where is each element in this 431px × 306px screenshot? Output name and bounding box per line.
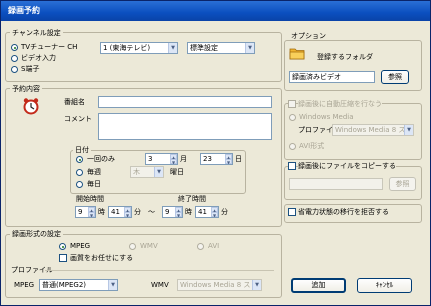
format-wmv-radio[interactable]	[129, 243, 136, 250]
format-avi-radio[interactable]	[197, 243, 204, 250]
mpeg-profile-select[interactable]: 普通(MPEG2) ▼	[39, 279, 118, 291]
source-s-radio[interactable]	[11, 66, 18, 73]
title-bar: 録画予約	[1, 1, 430, 21]
channel-select-value: 1 (東海テレビ)	[103, 44, 151, 52]
mpeg-profile-value: 普通(MPEG2)	[42, 281, 87, 289]
end-min-value: 41	[198, 208, 207, 216]
auto-quality-checkbox[interactable]	[59, 254, 67, 262]
end-min-stepper[interactable]: 41 ▲ ▼	[195, 206, 219, 218]
channel-group-title: チャンネル設定	[10, 29, 63, 37]
start-hour-unit: 時	[98, 208, 105, 216]
program-name-input[interactable]	[98, 96, 272, 108]
auto-compress-checkbox[interactable]	[288, 100, 296, 108]
month-stepper[interactable]: 3 ▲ ▼	[145, 153, 178, 165]
end-time-label: 終了時間	[178, 195, 206, 203]
spin-down-icon[interactable]: ▼	[211, 212, 218, 217]
auto-compress-label: 録画後に自動圧縮を行なう	[298, 99, 382, 109]
quality-select-value: 標準設定	[190, 44, 218, 52]
day-value: 23	[203, 155, 212, 163]
date-daily-radio[interactable]	[76, 181, 83, 188]
source-tv-radio[interactable]	[11, 44, 18, 51]
spin-down-icon[interactable]: ▼	[175, 212, 182, 217]
copy-file-label: 録画後にファイルをコピーする	[298, 161, 396, 171]
date-daily-label: 毎日	[87, 180, 101, 188]
start-min-value: 41	[111, 208, 120, 216]
spin-down-icon[interactable]: ▼	[225, 159, 232, 164]
power-checkbox[interactable]	[288, 208, 296, 216]
chevron-down-icon[interactable]: ▼	[404, 125, 413, 135]
compress-wmv-label: Windows Media	[299, 113, 354, 121]
chevron-down-icon[interactable]: ▼	[168, 43, 177, 53]
day-stepper[interactable]: 23 ▲ ▼	[200, 153, 233, 165]
source-s-label: S端子	[21, 65, 40, 73]
folder-icon	[289, 48, 305, 60]
wmv-profile-select[interactable]: Windows Media 8 スト ▼	[177, 279, 262, 291]
add-button[interactable]: 追加	[291, 278, 346, 293]
spin-down-icon[interactable]: ▼	[88, 212, 95, 217]
copy-file-checkbox[interactable]	[288, 162, 296, 170]
browse-copy-button[interactable]: 参照	[389, 177, 416, 191]
compress-profile-value: Windows Media 8 ストリ	[335, 126, 414, 134]
source-tv-label: TVチューナー CH	[21, 43, 78, 51]
folder-label: 登録するフォルダ	[317, 53, 373, 61]
compress-avi-radio[interactable]	[289, 143, 296, 150]
reservation-dialog: 録画予約 チャンネル設定 TVチューナー CH ビデオ入力 S端子 1 (東海テ…	[0, 0, 431, 306]
cancel-button[interactable]: ｷｬﾝｾﾙ	[357, 278, 412, 293]
month-unit: 月	[180, 155, 187, 163]
weekday-unit: 曜日	[170, 168, 184, 176]
format-avi-label: AVI	[208, 242, 220, 250]
format-group-title: 録画形式の設定	[10, 230, 63, 238]
weekday-select[interactable]: 木 ▼	[130, 166, 164, 178]
power-label: 省電力状態の移行を拒否する	[298, 208, 389, 216]
date-weekly-label: 毎週	[87, 168, 101, 176]
wmv-profile-label: WMV	[151, 281, 169, 289]
format-mpeg-radio[interactable]	[59, 243, 66, 250]
quality-select[interactable]: 標準設定 ▼	[187, 42, 255, 54]
browse-folder-button[interactable]: 参照	[381, 70, 409, 84]
auto-quality-label: 画質をお任せにする	[70, 254, 134, 262]
alarm-clock-icon	[23, 98, 39, 115]
end-hour-value: 9	[165, 208, 170, 216]
start-hour-value: 9	[78, 208, 83, 216]
date-once-label: 一回のみ	[87, 155, 115, 163]
source-video-radio[interactable]	[11, 55, 18, 62]
spin-down-icon[interactable]: ▼	[170, 159, 177, 164]
chevron-down-icon[interactable]: ▼	[154, 167, 163, 177]
spin-down-icon[interactable]: ▼	[124, 212, 131, 217]
source-video-label: ビデオ入力	[21, 54, 56, 62]
start-hour-stepper[interactable]: 9 ▲ ▼	[75, 206, 96, 218]
format-wmv-label: WMV	[140, 242, 158, 250]
reservation-group-title: 予約内容	[10, 85, 42, 93]
end-min-unit: 分	[221, 208, 228, 216]
time-range-tilde: ～	[148, 208, 155, 216]
start-min-unit: 分	[134, 208, 141, 216]
date-group-title: 日付	[73, 146, 91, 154]
start-time-label: 開始時間	[76, 195, 104, 203]
chevron-down-icon[interactable]: ▼	[245, 43, 254, 53]
month-value: 3	[148, 155, 153, 163]
date-weekly-radio[interactable]	[76, 169, 83, 176]
program-name-label: 番組名	[64, 98, 85, 106]
wmv-profile-value: Windows Media 8 スト	[180, 281, 258, 289]
profile-divider	[45, 270, 274, 271]
comment-label: コメント	[64, 115, 92, 123]
start-min-stepper[interactable]: 41 ▲ ▼	[108, 206, 132, 218]
comment-input[interactable]	[98, 113, 272, 140]
mpeg-profile-label: MPEG	[14, 281, 35, 289]
chevron-down-icon[interactable]: ▼	[252, 280, 261, 290]
channel-select[interactable]: 1 (東海テレビ) ▼	[100, 42, 178, 54]
folder-input[interactable]: 録画済みビデオ	[289, 71, 375, 83]
weekday-value: 木	[133, 168, 140, 176]
end-hour-stepper[interactable]: 9 ▲ ▼	[162, 206, 183, 218]
format-mpeg-label: MPEG	[70, 242, 91, 250]
day-unit: 日	[235, 155, 242, 163]
compress-avi-label: AVI形式	[299, 142, 325, 150]
end-hour-unit: 時	[185, 208, 192, 216]
chevron-down-icon[interactable]: ▼	[108, 280, 117, 290]
options-group-title: オプション	[289, 32, 328, 40]
date-once-radio[interactable]	[76, 156, 83, 163]
compress-profile-select[interactable]: Windows Media 8 ストリ ▼	[332, 124, 414, 136]
copy-path-input[interactable]	[289, 178, 383, 190]
compress-wmv-radio[interactable]	[289, 114, 296, 121]
